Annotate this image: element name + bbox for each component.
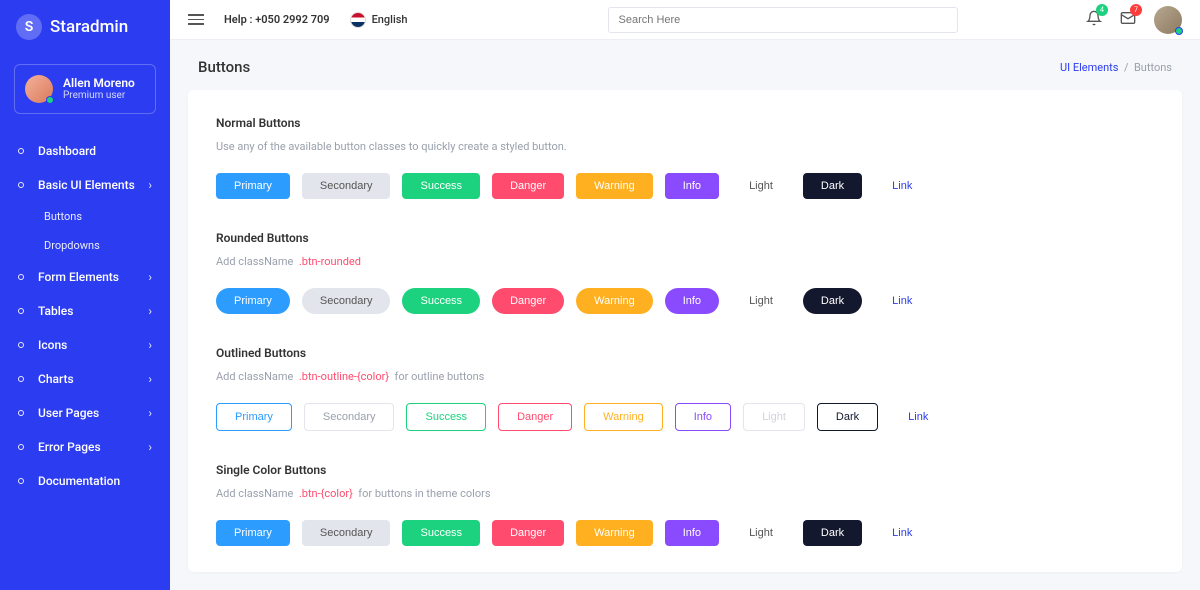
link-button[interactable]: Link: [874, 520, 930, 546]
section-desc: Add className .btn-outline-{color} for o…: [216, 370, 1154, 383]
section-title: Normal Buttons: [216, 116, 1154, 130]
dark-button[interactable]: Dark: [817, 403, 878, 431]
section-title: Rounded Buttons: [216, 231, 1154, 245]
status-dot: [46, 96, 54, 104]
sidebar: S Staradmin Allen Moreno Premium user Da…: [0, 0, 170, 590]
nav-tables[interactable]: Tables›: [0, 294, 170, 328]
chevron-right-icon: ›: [148, 304, 152, 318]
section-title: Outlined Buttons: [216, 346, 1154, 360]
dark-button[interactable]: Dark: [803, 520, 862, 546]
secondary-button[interactable]: Secondary: [302, 173, 391, 199]
warning-button[interactable]: Warning: [576, 520, 653, 546]
danger-button[interactable]: Danger: [492, 288, 564, 314]
language-selector[interactable]: English: [350, 12, 408, 28]
primary-button[interactable]: Primary: [216, 173, 290, 199]
secondary-button[interactable]: Secondary: [302, 520, 391, 546]
search: [608, 7, 958, 33]
primary-button[interactable]: Primary: [216, 288, 290, 314]
brand-name: Staradmin: [50, 17, 128, 37]
secondary-button[interactable]: Secondary: [304, 403, 395, 431]
brand[interactable]: S Staradmin: [0, 0, 170, 54]
topbar: Help : +050 2992 709 English 4 7: [170, 0, 1200, 40]
link-button[interactable]: Link: [874, 288, 930, 314]
link-button[interactable]: Link: [874, 173, 930, 199]
section-desc: Use any of the available button classes …: [216, 140, 1154, 153]
section-desc: Add className .btn-{color} for buttons i…: [216, 487, 1154, 500]
nav-sub-dropdowns[interactable]: Dropdowns: [44, 231, 170, 260]
warning-button[interactable]: Warning: [576, 173, 653, 199]
success-button[interactable]: Success: [406, 403, 486, 431]
user-role: Premium user: [63, 90, 135, 102]
link-button[interactable]: Link: [890, 404, 946, 430]
success-button[interactable]: Success: [402, 173, 480, 199]
secondary-button[interactable]: Secondary: [302, 288, 391, 314]
section-normal: Normal Buttons Use any of the available …: [216, 116, 1154, 199]
light-button[interactable]: Light: [731, 288, 791, 314]
info-button[interactable]: Info: [665, 288, 719, 314]
info-button[interactable]: Info: [665, 173, 719, 199]
chevron-right-icon: ›: [148, 406, 152, 420]
danger-button[interactable]: Danger: [492, 520, 564, 546]
success-button[interactable]: Success: [402, 288, 480, 314]
brand-logo: S: [16, 14, 42, 40]
crumb-current: Buttons: [1134, 61, 1172, 74]
nav-sub-buttons[interactable]: Buttons: [44, 202, 170, 231]
profile-avatar[interactable]: [1154, 6, 1182, 34]
notif-badge: 4: [1096, 4, 1108, 16]
light-button[interactable]: Light: [743, 403, 805, 431]
light-button[interactable]: Light: [731, 520, 791, 546]
chevron-right-icon: ›: [148, 372, 152, 386]
notifications-icon[interactable]: 4: [1086, 10, 1102, 30]
section-single-color: Single Color Buttons Add className .btn-…: [216, 463, 1154, 546]
warning-button[interactable]: Warning: [584, 403, 663, 431]
nav: Dashboard Basic UI Elements› Buttons Dro…: [0, 134, 170, 498]
status-dot: [1175, 27, 1183, 35]
chevron-right-icon: ›: [148, 178, 152, 192]
nav-documentation[interactable]: Documentation: [0, 464, 170, 498]
section-desc: Add className .btn-rounded: [216, 255, 1154, 268]
section-title: Single Color Buttons: [216, 463, 1154, 477]
nav-user-pages[interactable]: User Pages›: [0, 396, 170, 430]
chevron-right-icon: ›: [148, 338, 152, 352]
breadcrumb: UI Elements / Buttons: [1060, 61, 1172, 74]
page-header: Buttons UI Elements / Buttons: [170, 40, 1200, 90]
nav-error-pages[interactable]: Error Pages›: [0, 430, 170, 464]
crumb-parent[interactable]: UI Elements: [1060, 61, 1118, 74]
msg-badge: 7: [1130, 4, 1142, 16]
user-card[interactable]: Allen Moreno Premium user: [14, 64, 156, 114]
warning-button[interactable]: Warning: [576, 288, 653, 314]
avatar: [25, 75, 53, 103]
light-button[interactable]: Light: [731, 173, 791, 199]
dark-button[interactable]: Dark: [803, 288, 862, 314]
chevron-right-icon: ›: [148, 270, 152, 284]
primary-button[interactable]: Primary: [216, 520, 290, 546]
menu-toggle-icon[interactable]: [188, 11, 204, 28]
user-name: Allen Moreno: [63, 76, 135, 90]
info-button[interactable]: Info: [665, 520, 719, 546]
dark-button[interactable]: Dark: [803, 173, 862, 199]
nav-dashboard[interactable]: Dashboard: [0, 134, 170, 168]
info-button[interactable]: Info: [675, 403, 731, 431]
chevron-right-icon: ›: [148, 440, 152, 454]
danger-button[interactable]: Danger: [492, 173, 564, 199]
nav-form-elements[interactable]: Form Elements›: [0, 260, 170, 294]
section-outlined: Outlined Buttons Add className .btn-outl…: [216, 346, 1154, 431]
help-text: Help : +050 2992 709: [224, 13, 330, 26]
buttons-card: Normal Buttons Use any of the available …: [188, 90, 1182, 572]
nav-charts[interactable]: Charts›: [0, 362, 170, 396]
success-button[interactable]: Success: [402, 520, 480, 546]
primary-button[interactable]: Primary: [216, 403, 292, 431]
danger-button[interactable]: Danger: [498, 403, 572, 431]
flag-icon: [350, 12, 366, 28]
section-rounded: Rounded Buttons Add className .btn-round…: [216, 231, 1154, 314]
nav-basic-ui[interactable]: Basic UI Elements›: [0, 168, 170, 202]
page-title: Buttons: [198, 58, 250, 76]
messages-icon[interactable]: 7: [1120, 10, 1136, 30]
nav-icons[interactable]: Icons›: [0, 328, 170, 362]
search-input[interactable]: [608, 7, 958, 33]
